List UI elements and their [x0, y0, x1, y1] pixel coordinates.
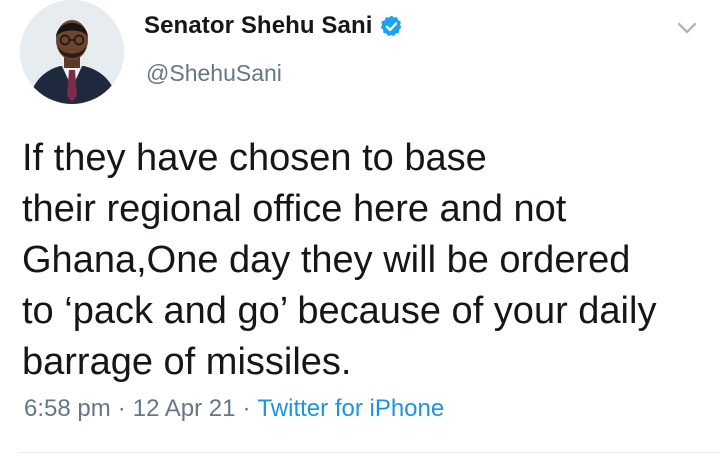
tweet-text-line: barrage of missiles.	[22, 341, 352, 383]
tweet-text-line: Ghana,One day they will be ordered	[22, 239, 631, 281]
tweet-text-line: to ‘pack and go’ because of your daily	[22, 290, 657, 332]
author-display-name[interactable]: Senator Shehu Sani	[144, 12, 373, 40]
chevron-down-icon[interactable]	[676, 20, 698, 36]
meta-separator: ·	[242, 395, 251, 422]
profile-photo	[20, 0, 124, 104]
tweet-time[interactable]: 6:58 pm	[24, 395, 111, 423]
tweet-meta: 6:58 pm · 12 Apr 21 · Twitter for iPhone	[24, 395, 444, 423]
avatar[interactable]	[20, 0, 124, 104]
verified-badge-icon	[379, 14, 404, 39]
tweet-text-line: If they have chosen to base	[22, 137, 487, 179]
author-name-row[interactable]: Senator Shehu Sani	[144, 12, 404, 40]
tweet-text-line: their regional office here and not	[22, 188, 567, 230]
tweet-text: If they have chosen to base their region…	[22, 133, 712, 388]
tweet-date[interactable]: 12 Apr 21	[133, 395, 236, 423]
tweet-source-link[interactable]: Twitter for iPhone	[257, 395, 444, 423]
author-handle[interactable]: @ShehuSani	[146, 60, 282, 87]
meta-separator: ·	[117, 395, 126, 422]
divider	[20, 452, 720, 453]
tweet-card: Senator Shehu Sani @ShehuSani If they ha…	[0, 0, 720, 472]
